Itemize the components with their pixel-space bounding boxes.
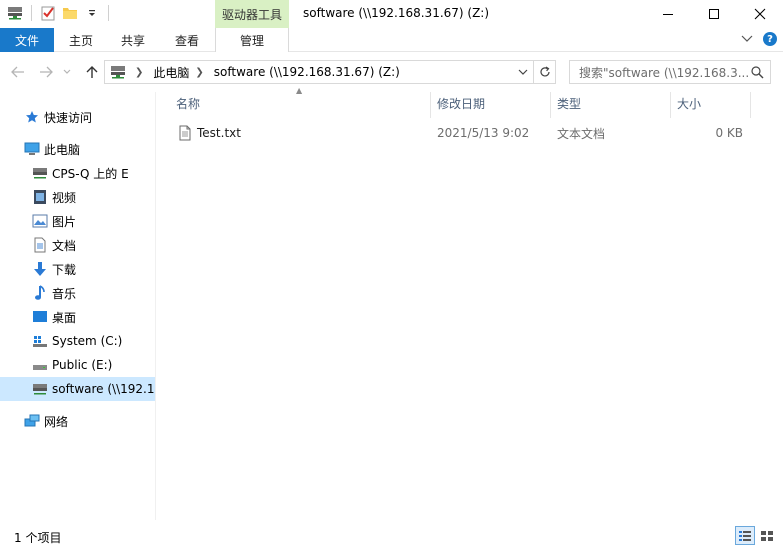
nav-music[interactable]: 音乐	[0, 281, 155, 305]
nav-videos[interactable]: 视频	[0, 185, 155, 209]
large-icons-view-button[interactable]	[757, 526, 777, 545]
star-icon	[24, 109, 40, 125]
network-drive-icon	[107, 61, 129, 83]
nav-quick-access[interactable]: 快速访问	[0, 105, 155, 129]
file-size: 0 KB	[715, 126, 743, 140]
file-modified-date: 2021/5/13 9:02	[437, 126, 530, 140]
breadcrumb-software-drive[interactable]: software (\\192.168.31.67) (Z:)	[214, 65, 400, 79]
breadcrumb-this-pc[interactable]: 此电脑	[153, 64, 189, 81]
nav-label: 图片	[52, 214, 77, 229]
recent-locations-button[interactable]	[60, 62, 74, 82]
file-row[interactable]: Test.txt 2021/5/13 9:02 文本文档 0 KB	[170, 122, 750, 144]
qat-divider	[31, 5, 32, 21]
download-arrow-icon	[32, 261, 48, 277]
computer-icon	[24, 141, 40, 157]
nav-software-z[interactable]: software (\\192.16	[0, 377, 156, 401]
refresh-icon[interactable]	[533, 61, 555, 83]
network-drive-icon	[32, 381, 48, 397]
music-note-icon	[32, 285, 48, 301]
customize-qat-icon[interactable]	[83, 4, 101, 22]
drive-tools-context-label: 驱动器工具	[215, 0, 289, 28]
nav-network[interactable]: 网络	[0, 409, 155, 433]
nav-label: CPS-Q 上的 E	[52, 166, 129, 181]
close-button[interactable]	[737, 0, 783, 28]
nav-label: 快速访问	[44, 110, 93, 125]
drive-icon	[32, 357, 48, 373]
ribbon-right-controls: ?	[741, 32, 777, 46]
nav-this-pc[interactable]: 此电脑	[0, 137, 155, 161]
breadcrumb-chevron-icon[interactable]: ❯	[195, 67, 203, 78]
window-controls	[645, 0, 783, 28]
address-row: ❯ 此电脑 ❯ software (\\192.168.31.67) (Z:) …	[0, 56, 783, 88]
tab-home[interactable]: 主页	[56, 28, 106, 52]
up-button[interactable]	[82, 62, 102, 82]
nav-label: 音乐	[52, 286, 77, 301]
nav-label: 文档	[52, 238, 77, 253]
help-button[interactable]: ?	[763, 32, 777, 46]
address-bar[interactable]: ❯ 此电脑 ❯ software (\\192.168.31.67) (Z:)	[104, 60, 556, 84]
nav-cps-q-drive[interactable]: CPS-Q 上的 E	[0, 161, 155, 185]
forward-button[interactable]	[36, 62, 56, 82]
nav-label: System (C:)	[52, 334, 123, 348]
nav-downloads[interactable]: 下载	[0, 257, 155, 281]
network-drive-icon	[32, 165, 48, 181]
column-header-type[interactable]: 类型	[557, 92, 667, 114]
nav-pictures[interactable]: 图片	[0, 209, 155, 233]
expand-ribbon-icon[interactable]	[741, 32, 753, 46]
column-header-date[interactable]: 修改日期	[437, 92, 547, 114]
search-icon[interactable]	[751, 66, 764, 82]
tab-view[interactable]: 查看	[160, 28, 214, 52]
windows-drive-icon	[32, 333, 48, 349]
column-header-name[interactable]: 名称	[176, 92, 426, 114]
column-divider[interactable]	[430, 92, 431, 118]
nav-label: 下载	[52, 262, 77, 277]
nav-system-c[interactable]: System (C:)	[0, 329, 155, 353]
tab-share[interactable]: 共享	[108, 28, 158, 52]
nav-public-e[interactable]: Public (E:)	[0, 353, 155, 377]
back-button[interactable]	[8, 62, 28, 82]
qat-divider	[108, 5, 109, 21]
column-divider[interactable]	[750, 92, 751, 118]
quick-access-toolbar	[6, 4, 112, 22]
picture-icon	[32, 213, 48, 229]
maximize-button[interactable]	[691, 0, 737, 28]
nav-label: software (\\192.16	[52, 382, 156, 396]
new-folder-icon[interactable]	[61, 4, 79, 22]
column-divider[interactable]	[550, 92, 551, 118]
status-item-count: 1 个项目	[14, 531, 62, 545]
view-mode-buttons	[735, 526, 777, 545]
nav-label: 桌面	[52, 310, 77, 325]
column-divider[interactable]	[670, 92, 671, 118]
desktop-icon	[32, 309, 48, 325]
details-view-button[interactable]	[735, 526, 755, 545]
file-name[interactable]: Test.txt	[197, 122, 241, 144]
breadcrumb-chevron-icon[interactable]: ❯	[135, 67, 143, 78]
nav-label: 视频	[52, 190, 77, 205]
search-input[interactable]: 搜索"software (\\192.168.3...	[569, 60, 771, 84]
nav-label: Public (E:)	[52, 358, 113, 372]
ribbon-tabs: 文件 主页 共享 查看 管理 ?	[0, 28, 783, 52]
file-type: 文本文档	[557, 126, 606, 141]
text-file-icon	[178, 122, 192, 144]
window-title: software (\\192.168.31.67) (Z:)	[303, 6, 490, 20]
tab-manage[interactable]: 管理	[215, 28, 289, 52]
nav-label: 网络	[44, 414, 69, 429]
title-bar: 驱动器工具 software (\\192.168.31.67) (Z:)	[0, 0, 783, 28]
drive-icon[interactable]	[6, 4, 24, 22]
properties-icon[interactable]	[39, 4, 57, 22]
column-header-size[interactable]: 大小	[677, 92, 747, 114]
nav-desktop[interactable]: 桌面	[0, 305, 155, 329]
nav-label: 此电脑	[44, 142, 81, 157]
address-dropdown-icon[interactable]	[515, 61, 531, 83]
network-icon	[24, 413, 40, 429]
video-icon	[32, 189, 48, 205]
navigation-pane: 快速访问 此电脑 CPS-Q 上的 E 视频 图片 文档 下载 音乐 桌面 Sy…	[0, 92, 156, 520]
tab-file[interactable]: 文件	[0, 28, 54, 52]
minimize-button[interactable]	[645, 0, 691, 28]
document-icon	[32, 237, 48, 253]
nav-documents[interactable]: 文档	[0, 233, 155, 257]
